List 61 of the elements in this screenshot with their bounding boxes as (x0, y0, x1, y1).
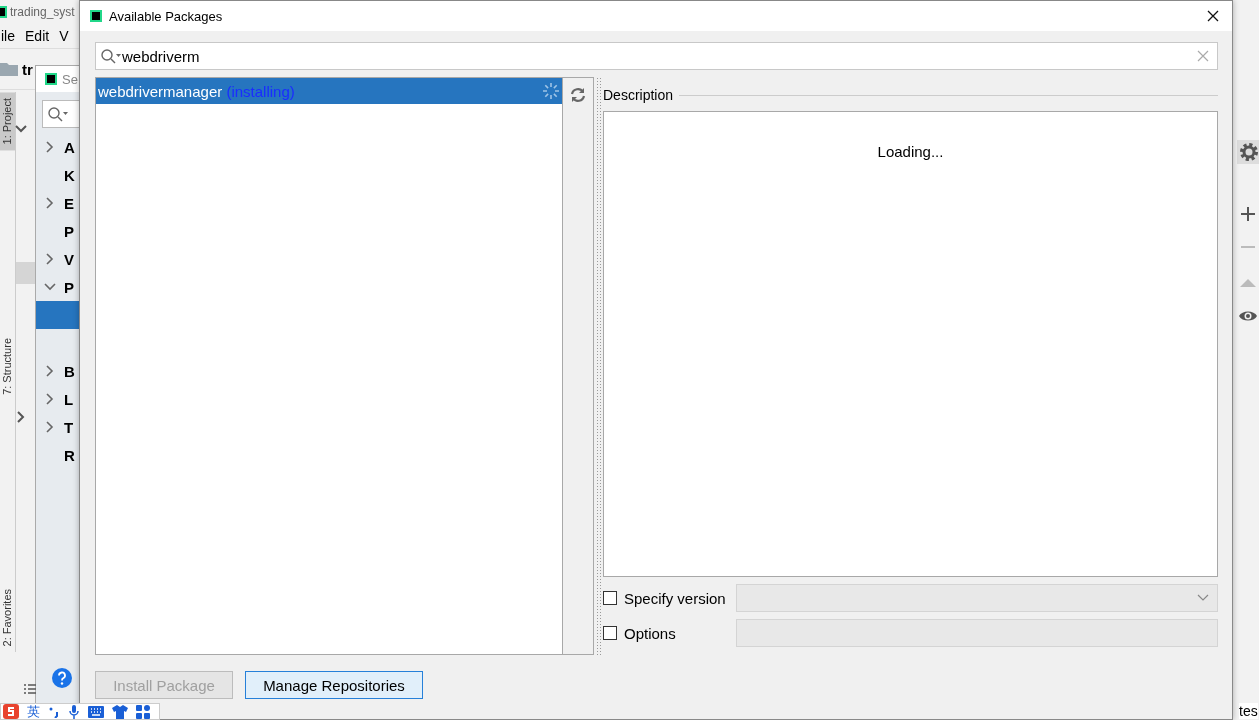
search-field[interactable]: webdriverm (95, 42, 1218, 70)
chevron-right-icon[interactable] (16, 411, 26, 423)
project-name: tr (22, 60, 33, 78)
tree-item[interactable]: T (64, 418, 74, 436)
tree-item[interactable]: E (64, 194, 74, 212)
options-field[interactable] (736, 619, 1218, 647)
side-tab[interactable]: 1: Project (0, 92, 15, 151)
help-icon[interactable] (51, 667, 73, 689)
microphone-icon[interactable] (68, 704, 80, 719)
logo-icon[interactable] (3, 704, 19, 719)
chevron-right-icon[interactable] (44, 141, 56, 153)
spinner-icon (542, 82, 560, 100)
dialog-title: Available Packages (109, 8, 224, 24)
chevron-right-icon[interactable] (44, 197, 56, 209)
keyboard-icon[interactable] (88, 705, 104, 718)
menu-item[interactable]: ile (1, 28, 15, 44)
plus-icon[interactable] (1240, 206, 1256, 222)
menu-item[interactable]: Edit (25, 28, 50, 44)
tree-item[interactable]: L (64, 390, 74, 408)
description-label: Description (603, 87, 674, 103)
tree-item[interactable]: A (64, 138, 75, 156)
chevron-down-icon[interactable] (15, 124, 27, 134)
checkbox[interactable] (603, 626, 617, 640)
app-icon (89, 9, 103, 23)
shirt-icon[interactable] (112, 704, 128, 719)
chevron-right-icon[interactable] (44, 365, 56, 377)
chevron-right-icon[interactable] (44, 421, 56, 433)
checkbox[interactable] (603, 591, 617, 605)
eye-icon[interactable] (1238, 309, 1258, 323)
status-text: tes (1239, 703, 1258, 719)
punctuation-icon[interactable] (48, 705, 60, 718)
grid-icon[interactable] (136, 704, 150, 719)
menu-item[interactable]: V (59, 28, 69, 44)
folder-icon (0, 62, 18, 76)
checkbox-label[interactable]: Specify version (624, 589, 736, 607)
search-icon (47, 106, 69, 122)
dialog-button[interactable]: Manage Repositories (245, 671, 423, 699)
chevron-down-icon (1197, 594, 1209, 602)
chevron-right-icon[interactable] (44, 393, 56, 405)
close-icon[interactable] (1206, 9, 1220, 23)
side-tab[interactable]: 7: Structure (0, 332, 15, 401)
chevron-down-icon[interactable] (44, 281, 56, 293)
tree-item[interactable]: K (64, 166, 75, 184)
side-tab[interactable]: 2: Favorites (0, 582, 15, 652)
loading-text: Loading... (877, 143, 944, 160)
search-icon (100, 48, 122, 64)
app-icon (44, 72, 58, 86)
tree-item[interactable]: P (64, 278, 74, 296)
chevron-right-icon[interactable] (44, 253, 56, 265)
window-title: Se (62, 71, 78, 87)
input-mode-text[interactable]: 英 (27, 702, 40, 720)
tree-item[interactable]: V (64, 250, 74, 268)
list-icon[interactable] (24, 684, 36, 694)
window-title: trading_syst (10, 5, 75, 19)
settings-icon[interactable] (1237, 140, 1259, 164)
refresh-icon[interactable] (569, 86, 587, 104)
tree-item[interactable]: R (64, 446, 75, 464)
tree-item[interactable]: B (64, 362, 75, 380)
checkbox-label[interactable]: Options (624, 624, 736, 642)
tree-item[interactable]: P (64, 222, 74, 240)
package-row[interactable]: webdrivermanager (installing) (96, 78, 562, 104)
